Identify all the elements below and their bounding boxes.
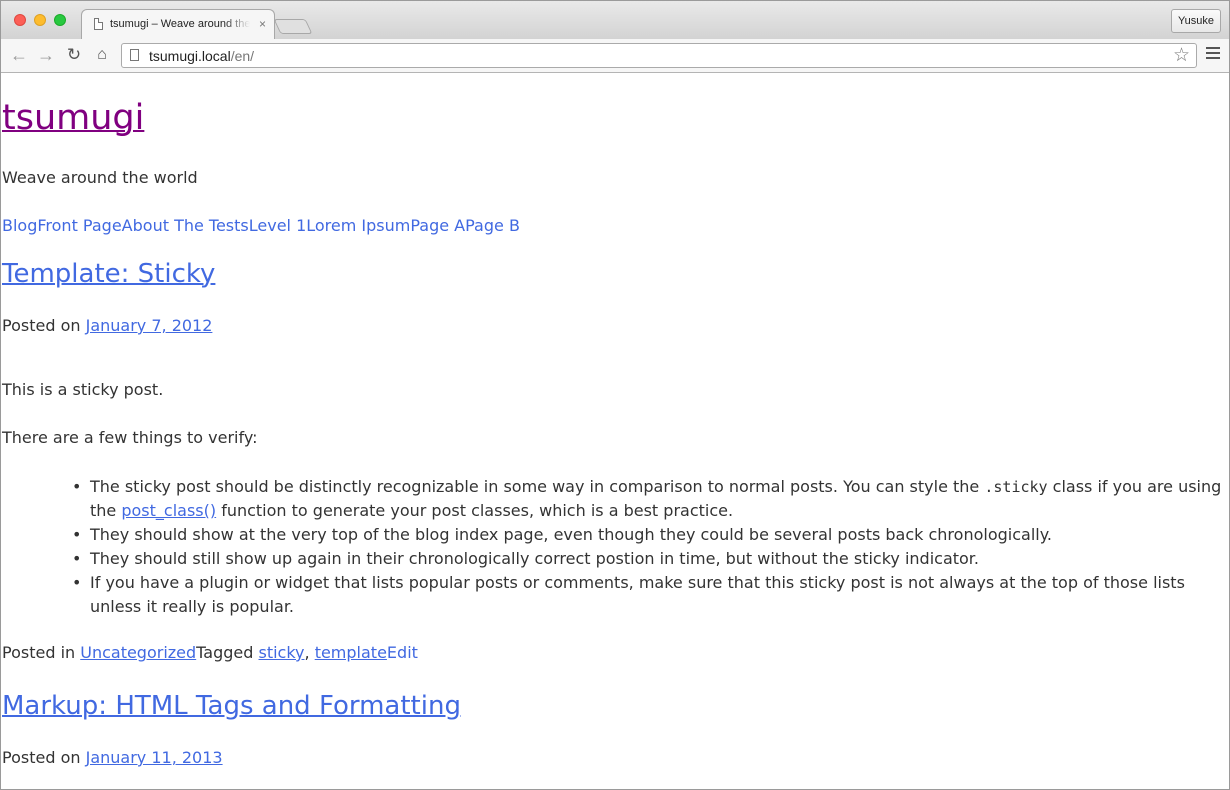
browser-window: tsumugi – Weave around the world × Yusuk…: [0, 0, 1230, 790]
home-icon[interactable]: ⌂: [91, 44, 113, 66]
list-item: They should still show up again in their…: [72, 547, 1225, 571]
zoom-window-button[interactable]: [54, 14, 66, 26]
posted-on-label: Posted on: [2, 748, 81, 767]
code-sticky: .sticky: [984, 478, 1048, 496]
post-title: Markup: HTML Tags and Formatting: [2, 691, 461, 721]
page-icon: [94, 18, 103, 30]
back-icon[interactable]: ←: [8, 44, 30, 66]
tab-title: tsumugi – Weave around the world: [110, 18, 250, 30]
menu-item-page-a[interactable]: Page A: [410, 216, 465, 235]
menu-item-about-the-tests[interactable]: About The Tests: [122, 216, 249, 235]
active-tab[interactable]: tsumugi – Weave around the world ×: [81, 9, 275, 40]
menu-item-page-b[interactable]: Page B: [465, 216, 520, 235]
main-menu: BlogFront PageAbout The TestsLevel 1Lore…: [2, 216, 520, 235]
tag-separator: ,: [304, 643, 315, 662]
url-host: tsumugi.local: [149, 48, 231, 64]
tag-link-sticky[interactable]: sticky: [259, 643, 305, 662]
page-icon: [130, 49, 139, 61]
posted-on-label: Posted on: [2, 316, 81, 335]
close-icon[interactable]: ×: [259, 17, 266, 31]
post-paragraph: This is a sticky post.: [2, 380, 164, 399]
url-text[interactable]: tsumugi.local/en/: [149, 48, 254, 64]
list-item: The sticky post should be distinctly rec…: [72, 475, 1225, 523]
minimize-window-button[interactable]: [34, 14, 46, 26]
site-title: tsumugi: [2, 98, 144, 138]
posted-in-label: Posted in: [2, 643, 81, 662]
menu-icon[interactable]: [1206, 47, 1220, 63]
post-date-link[interactable]: January 7, 2012: [86, 316, 213, 335]
category-link[interactable]: Uncategorized: [80, 643, 196, 662]
post-title-link[interactable]: Template: Sticky: [2, 259, 215, 289]
post-title: Template: Sticky: [2, 259, 215, 289]
new-tab-button[interactable]: [273, 19, 313, 34]
list-item-text: The sticky post should be distinctly rec…: [90, 477, 985, 496]
reload-icon[interactable]: ↻: [63, 44, 85, 66]
site-title-link[interactable]: tsumugi: [2, 98, 144, 138]
site-tagline: Weave around the world: [2, 168, 198, 187]
page-content: tsumugi Weave around the world BlogFront…: [1, 73, 1229, 789]
post-footer-meta: Posted in UncategorizedTagged sticky, te…: [2, 643, 418, 662]
post-meta: Posted on January 7, 2012: [2, 316, 212, 335]
post-meta: Posted on January 11, 2013: [2, 748, 223, 767]
menu-item-front-page[interactable]: Front Page: [37, 216, 121, 235]
post-date-link[interactable]: January 11, 2013: [86, 748, 223, 767]
url-path: /en/: [230, 48, 255, 64]
menu-item-level-1[interactable]: Level 1: [249, 216, 307, 235]
menu-item-blog[interactable]: Blog: [2, 216, 37, 235]
post-class-link[interactable]: post_class(): [121, 501, 216, 520]
post-title-link[interactable]: Markup: HTML Tags and Formatting: [2, 691, 461, 721]
title-bar: tsumugi – Weave around the world × Yusuk…: [1, 1, 1229, 40]
list-item: They should show at the very top of the …: [72, 523, 1225, 547]
post-bullet-list: The sticky post should be distinctly rec…: [72, 475, 1225, 619]
edit-link[interactable]: Edit: [387, 643, 418, 662]
post-paragraph: There are a few things to verify:: [2, 428, 258, 447]
list-item-text: function to generate your post classes, …: [216, 501, 734, 520]
close-window-button[interactable]: [14, 14, 26, 26]
menu-item-lorem-ipsum[interactable]: Lorem Ipsum: [306, 216, 410, 235]
address-bar[interactable]: tsumugi.local/en/ ☆: [121, 43, 1197, 68]
profile-button[interactable]: Yusuke: [1171, 9, 1221, 33]
forward-icon[interactable]: →: [35, 44, 57, 66]
list-item: If you have a plugin or widget that list…: [72, 571, 1225, 619]
toolbar: ← → ↻ ⌂ tsumugi.local/en/ ☆: [1, 39, 1229, 73]
star-icon[interactable]: ☆: [1173, 45, 1190, 67]
tag-link-template[interactable]: template: [315, 643, 387, 662]
tagged-label: Tagged: [196, 643, 259, 662]
